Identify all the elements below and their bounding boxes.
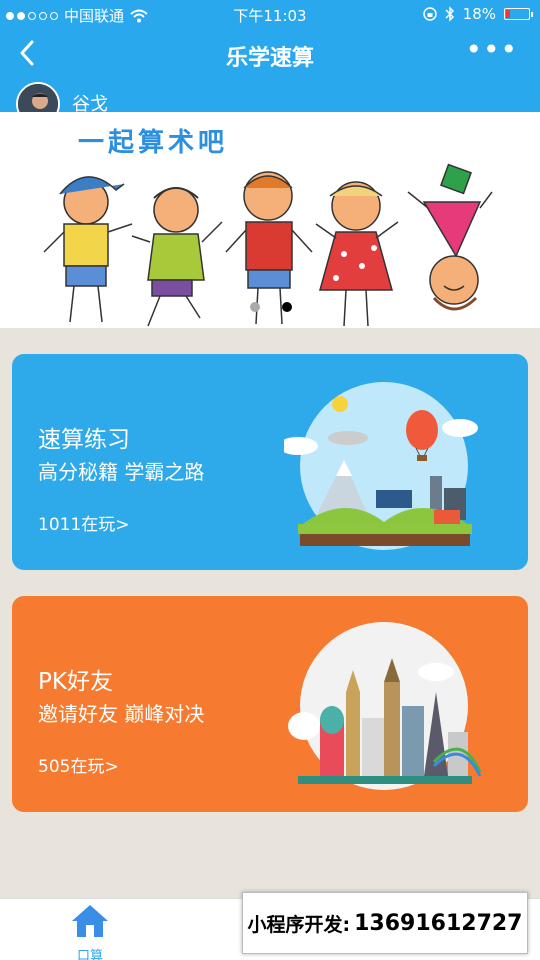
landmarks-illustration <box>288 622 482 790</box>
card-subtitle: 邀请好友 巅峰对决 <box>38 702 205 726</box>
lock-rotation-icon <box>422 7 437 21</box>
nav-bar: 乐学速算 ••• 谷戈 <box>0 28 540 126</box>
carousel-dot-active[interactable] <box>282 302 292 312</box>
players-count-link[interactable]: 1011在玩> <box>38 510 130 535</box>
card-subtitle: 高分秘籍 学霸之路 <box>38 460 205 484</box>
card-title: 速算练习 <box>38 427 130 453</box>
tab-label: 口算 <box>76 949 103 960</box>
home-icon <box>72 905 108 937</box>
battery-percent: 18% <box>462 5 496 23</box>
banner-carousel[interactable]: 一起算术吧 <box>0 112 540 328</box>
landscape-illustration <box>284 382 478 550</box>
more-options-button[interactable]: ••• <box>465 36 518 64</box>
developer-contact-banner: 小程序开发: 13691612727 <box>242 892 528 954</box>
bluetooth-icon <box>445 6 454 22</box>
card-title: PK好友 <box>38 669 113 695</box>
carousel-indicators <box>250 302 292 312</box>
pk-friends-card[interactable]: PK好友 邀请好友 巅峰对决 505在玩> <box>12 596 528 812</box>
ad-phone: 13691612727 <box>354 910 523 936</box>
status-bar: 中国联通 下午11:03 18% <box>0 0 540 28</box>
ad-label: 小程序开发: <box>247 913 351 936</box>
battery-icon <box>504 8 533 20</box>
players-count-link[interactable]: 505在玩> <box>38 752 119 777</box>
page-title: 乐学速算 <box>225 46 314 71</box>
carousel-dot[interactable] <box>250 302 260 312</box>
speed-practice-card[interactable]: 速算练习 高分秘籍 学霸之路 1011在玩> <box>12 354 528 570</box>
banner-title: 一起算术吧 <box>78 128 229 158</box>
tab-mental-math[interactable]: 口算 <box>45 903 135 960</box>
